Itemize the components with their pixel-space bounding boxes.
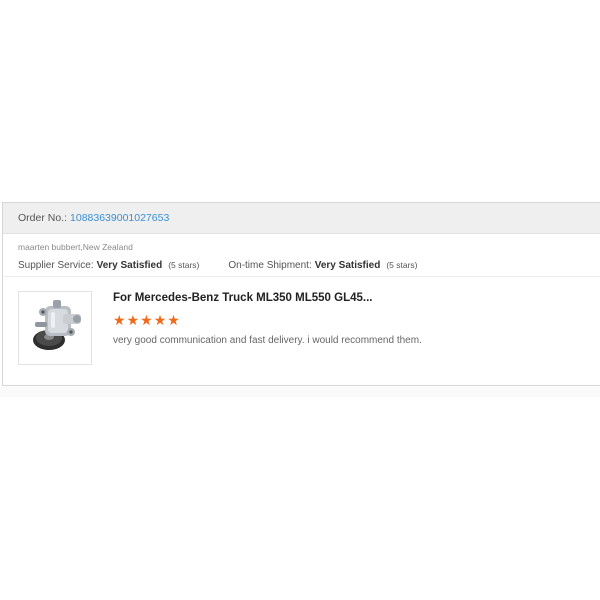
- power-steering-pump-image: [33, 300, 81, 350]
- product-star-rating: ★ ★ ★ ★ ★: [113, 313, 595, 327]
- star-icon: ★: [113, 312, 126, 328]
- product-title-link[interactable]: For Mercedes-Benz Truck ML350 ML550 GL45…: [113, 291, 595, 305]
- review-card: Order No.: 10883639001027653 maarten bub…: [2, 202, 600, 386]
- shipment-stars: (5 stars): [386, 260, 418, 270]
- bottom-divider: [0, 387, 600, 397]
- order-number-link[interactable]: 10883639001027653: [70, 212, 169, 224]
- supplier-service-rating: Supplier Service: Very Satisfied (5 star…: [18, 259, 199, 272]
- shipment-rating: On-time Shipment: Very Satisfied (5 star…: [228, 259, 417, 272]
- feedback-text: very good communication and fast deliver…: [113, 335, 422, 346]
- star-icon: ★: [153, 312, 167, 328]
- supplier-service-stars: (5 stars): [168, 260, 200, 270]
- star-icon: ★: [140, 312, 153, 328]
- reviewer-block: maarten bubbert,New Zealand Supplier Ser…: [3, 234, 600, 277]
- page: Order No.: 10883639001027653 maarten bub…: [0, 0, 600, 600]
- order-header: Order No.: 10883639001027653: [3, 203, 600, 234]
- supplier-service-value: Very Satisfied: [96, 260, 163, 271]
- reviewer-name-location: maarten bubbert,New Zealand: [18, 242, 133, 252]
- shipment-value: Very Satisfied: [314, 260, 381, 271]
- product-info: For Mercedes-Benz Truck ML350 ML550 GL45…: [113, 291, 595, 347]
- product-thumbnail[interactable]: [18, 291, 92, 365]
- order-label: Order No.:: [18, 212, 68, 224]
- shipment-label: On-time Shipment:: [228, 260, 312, 271]
- star-icon: ★: [126, 312, 140, 328]
- product-row: For Mercedes-Benz Truck ML350 ML550 GL45…: [3, 277, 600, 377]
- supplier-service-label: Supplier Service:: [18, 260, 94, 271]
- star-icon: ★: [167, 312, 180, 328]
- ratings-row: Supplier Service: Very Satisfied (5 star…: [18, 259, 590, 272]
